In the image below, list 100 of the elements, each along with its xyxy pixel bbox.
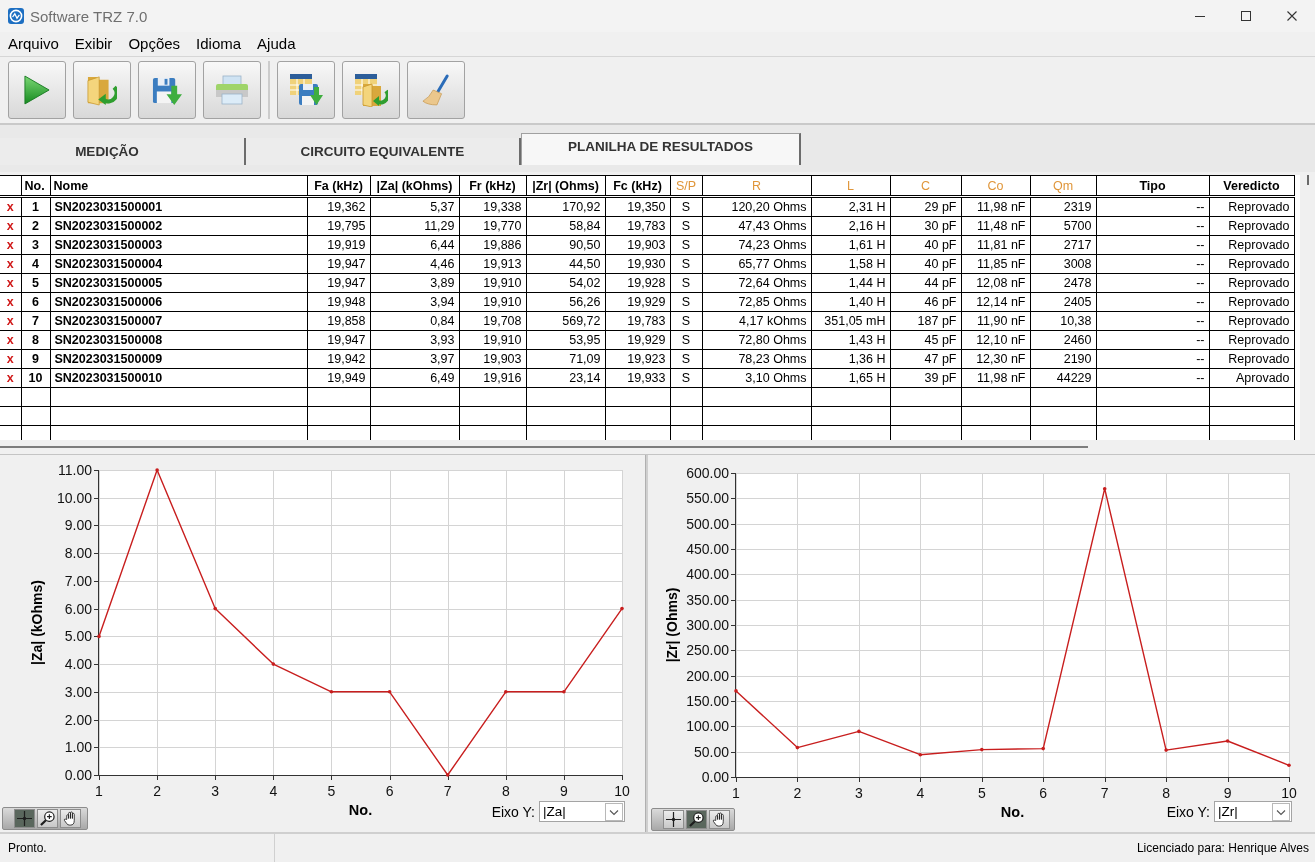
- table-cell: S: [670, 330, 702, 350]
- axis-tick-label: 6.00: [64, 600, 92, 617]
- data-point: [980, 747, 984, 752]
- table-cell: 1,44 H: [811, 273, 890, 293]
- zoom-tool-button[interactable]: [37, 809, 58, 828]
- data-point: [857, 729, 861, 734]
- data-point: [271, 662, 276, 666]
- data-point: [97, 634, 101, 639]
- data-point: [1225, 739, 1230, 743]
- column-header[interactable]: |Za| (kOhms): [370, 175, 459, 197]
- table-cell: Reprovado: [1209, 292, 1294, 312]
- tab[interactable]: PLANILHA DE RESULTADOS: [521, 133, 801, 165]
- table-cell: 1,61 H: [811, 235, 890, 255]
- axis-tick-label: 9.00: [64, 517, 92, 534]
- axis-tick-label: 5: [977, 785, 986, 799]
- column-header[interactable]: No.: [21, 175, 50, 197]
- table-cell: 39 pF: [890, 368, 961, 388]
- import-button[interactable]: [342, 61, 400, 119]
- table-cell: 2460: [1030, 330, 1096, 350]
- menu-item[interactable]: Ajuda: [249, 34, 304, 54]
- table-cell: 53,95: [526, 330, 605, 350]
- column-header[interactable]: Fr (kHz): [459, 175, 526, 197]
- table-cell: 2405: [1030, 292, 1096, 312]
- zoom-tool-button[interactable]: [686, 810, 707, 829]
- x-mark: x: [6, 314, 14, 328]
- table-cell: S: [670, 311, 702, 331]
- axis-selector-label: Eixo Y:: [491, 803, 535, 820]
- export-button[interactable]: [277, 61, 335, 119]
- axis-tick-label: 4: [916, 785, 925, 799]
- table-cell: 19,916: [459, 368, 526, 388]
- pan-tool-button[interactable]: [60, 809, 81, 828]
- table-cell: Reprovado: [1209, 311, 1294, 331]
- axis-tick-label: 0.00: [701, 769, 729, 785]
- table-cell: SN2023031500003: [50, 235, 307, 255]
- pan-tool-button[interactable]: [709, 810, 730, 829]
- table-cell: 58,84: [526, 216, 605, 236]
- data-point: [387, 690, 392, 694]
- table-cell: 1,58 H: [811, 254, 890, 274]
- table-cell: 5,37: [370, 196, 459, 217]
- column-header[interactable]: Tipo: [1096, 175, 1209, 197]
- table-cell: 351,05 mH: [811, 311, 890, 331]
- axis-dropdown[interactable]: |Zr|: [1214, 801, 1292, 822]
- menu-item[interactable]: Opções: [120, 34, 189, 54]
- table-cell: 8: [21, 330, 50, 350]
- table-cell: 12,08 nF: [961, 273, 1030, 293]
- column-header[interactable]: Veredicto: [1209, 175, 1294, 197]
- table-cell: 19,362: [307, 196, 370, 217]
- table-cell: 19,947: [307, 330, 370, 350]
- axis-tick-label: 250.00: [686, 642, 729, 659]
- data-point: [213, 606, 217, 611]
- table-cell: S: [670, 216, 702, 236]
- play-button[interactable]: [8, 61, 66, 119]
- axis-tick-label: 3: [211, 783, 220, 799]
- table-cell: 2190: [1030, 349, 1096, 369]
- table-cell: 19,910: [459, 273, 526, 293]
- table-cell: 1,36 H: [811, 349, 890, 369]
- axis-tick-label: 500.00: [686, 515, 729, 532]
- table-cell: 19,783: [605, 311, 670, 331]
- axis-dropdown[interactable]: |Za|: [539, 801, 625, 822]
- column-header[interactable]: |Zr| (Ohms): [526, 175, 605, 197]
- table-cell: Reprovado: [1209, 349, 1294, 369]
- table-cell: --: [1096, 368, 1209, 388]
- menu-item[interactable]: Idioma: [188, 34, 250, 54]
- table-cell: --: [1096, 254, 1209, 274]
- table-cell: SN2023031500006: [50, 292, 307, 312]
- axis-selector-label: Eixo Y:: [1166, 803, 1210, 820]
- cursor-tool-button[interactable]: [663, 810, 684, 829]
- table-cell: 6,44: [370, 235, 459, 255]
- table-cell: 6: [21, 292, 50, 312]
- axis-tick-label: 4: [269, 783, 278, 799]
- crosshair-icon: [666, 812, 681, 827]
- axis-title: |Za| (kOhms): [29, 580, 45, 665]
- menu-item[interactable]: Exibir: [66, 34, 121, 54]
- column-header[interactable]: Fc (kHz): [605, 175, 670, 197]
- axis-tick-label: 1: [732, 785, 740, 799]
- table-cell: 4: [21, 254, 50, 274]
- axis-tick-label: 11.00: [58, 462, 92, 478]
- column-header[interactable]: Nome: [50, 175, 307, 197]
- table-cell: 3008: [1030, 254, 1096, 274]
- maximize-icon: [1241, 11, 1251, 21]
- x-mark: x: [6, 295, 14, 309]
- table-cell: 12,10 nF: [961, 330, 1030, 350]
- table-cell: 11,85 nF: [961, 254, 1030, 274]
- table-cell: 11,48 nF: [961, 216, 1030, 236]
- scrollbar-thumb[interactable]: [1306, 175, 1309, 185]
- axis-tick-label: 3.00: [64, 683, 92, 700]
- menu-item[interactable]: Arquivo: [0, 34, 67, 54]
- open-button[interactable]: [73, 61, 131, 119]
- axis-tick-label: 350.00: [686, 591, 729, 608]
- table-cell: SN2023031500008: [50, 330, 307, 350]
- table-cell: 2: [21, 216, 50, 236]
- save-button[interactable]: [138, 61, 196, 119]
- table-cell: 45 pF: [890, 330, 961, 350]
- axis-tick-label: 450.00: [686, 541, 729, 557]
- table-cell: 4,46: [370, 254, 459, 274]
- column-header[interactable]: Fa (kHz): [307, 175, 370, 197]
- scrollbar-thumb[interactable]: [0, 446, 1088, 448]
- table-cell: 3,10 Ohms: [702, 368, 811, 388]
- table-cell: 40 pF: [890, 235, 961, 255]
- hand-icon: [712, 812, 727, 827]
